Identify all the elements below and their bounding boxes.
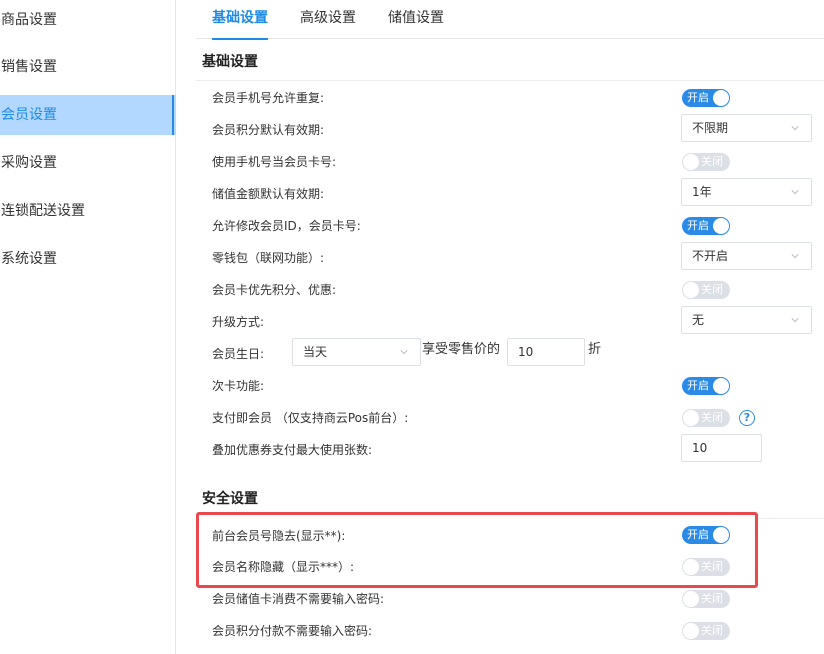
toggle-card-priority[interactable]: 关闭 <box>682 281 730 299</box>
toggle-text: 关闭 <box>701 624 723 637</box>
toggle-hide-member-name[interactable]: 关闭 <box>682 558 730 576</box>
birthday-discount-input[interactable]: 10 <box>507 338 585 366</box>
label-pay-member: 支付即会员 （仅支持商云Pos前台）: <box>212 411 409 425</box>
select-birthday[interactable]: 当天 <box>292 338 421 366</box>
toggle-text: 开启 <box>687 379 709 392</box>
toggle-pay-member[interactable]: 关闭 <box>682 409 730 427</box>
select-wallet[interactable]: 不开启 <box>681 242 812 270</box>
select-stored-validity[interactable]: 1年 <box>681 178 812 206</box>
select-value: 无 <box>692 313 705 327</box>
select-value: 不限期 <box>692 121 729 135</box>
label-coupon-max: 叠加优惠券支付最大使用张数: <box>212 443 373 457</box>
section-title-security: 安全设置 <box>202 491 258 507</box>
sidebar-item-member-settings[interactable]: 会员设置 <box>0 95 176 135</box>
label-upgrade: 升级方式: <box>212 315 265 329</box>
toggle-knob <box>683 591 699 607</box>
chevron-down-icon <box>791 190 799 195</box>
toggle-text: 关闭 <box>701 155 723 168</box>
toggle-text: 开启 <box>687 219 709 232</box>
label-birthday: 会员生日: <box>212 347 265 361</box>
sidebar-item-system-settings[interactable]: 系统设置 <box>0 239 176 279</box>
tab-bar: 基础设置 高级设置 储值设置 <box>196 0 824 40</box>
select-value: 1年 <box>692 185 712 199</box>
sidebar: 商品设置 销售设置 会员设置 采购设置 连锁配送设置 系统设置 <box>0 0 176 654</box>
chevron-down-icon <box>791 126 799 131</box>
select-points-validity[interactable]: 不限期 <box>681 114 812 142</box>
toggle-knob <box>683 282 699 298</box>
label-phone-as-card: 使用手机号当会员卡号: <box>212 155 337 169</box>
toggle-text: 关闭 <box>701 560 723 573</box>
toggle-text: 开启 <box>687 91 709 104</box>
label-wallet: 零钱包（联网功能）: <box>212 251 325 265</box>
help-icon[interactable]: ? <box>739 410 755 426</box>
toggle-text: 关闭 <box>701 411 723 424</box>
toggle-text: 开启 <box>687 528 709 541</box>
label-card-priority: 会员卡优先积分、优惠: <box>212 283 337 297</box>
toggle-knob <box>683 410 699 426</box>
toggle-knob <box>713 527 729 543</box>
sidebar-item-purchase-settings[interactable]: 采购设置 <box>0 143 176 183</box>
toggle-knob <box>713 90 729 106</box>
label-points-validity: 会员积分默认有效期: <box>212 123 325 137</box>
toggle-modify-id[interactable]: 开启 <box>682 217 730 235</box>
select-value: 当天 <box>303 345 328 359</box>
toggle-stored-no-password[interactable]: 关闭 <box>682 590 730 608</box>
birthday-text-after: 折 <box>588 342 602 357</box>
coupon-max-input[interactable]: 10 <box>681 434 762 462</box>
label-points-no-password: 会员积分付款不需要输入密码: <box>212 624 373 638</box>
section-divider <box>196 80 824 81</box>
section-title-basic: 基础设置 <box>202 54 258 70</box>
label-count-card: 次卡功能: <box>212 379 265 393</box>
toggle-text: 关闭 <box>701 592 723 605</box>
label-modify-id: 允许修改会员ID，会员卡号: <box>212 219 361 233</box>
label-stored-validity: 储值金额默认有效期: <box>212 187 325 201</box>
toggle-knob <box>683 623 699 639</box>
sidebar-item-product-settings[interactable]: 商品设置 <box>0 0 176 40</box>
tab-basic-settings[interactable]: 基础设置 <box>212 0 268 40</box>
chevron-down-icon <box>791 254 799 259</box>
toggle-phone-as-card[interactable]: 关闭 <box>682 153 730 171</box>
toggle-points-no-password[interactable]: 关闭 <box>682 622 730 640</box>
tab-advanced-settings[interactable]: 高级设置 <box>300 0 356 39</box>
label-stored-no-password: 会员储值卡消费不需要输入密码: <box>212 592 385 606</box>
tab-stored-value-settings[interactable]: 储值设置 <box>388 0 444 39</box>
sidebar-item-sales-settings[interactable]: 销售设置 <box>0 47 176 87</box>
toggle-text: 关闭 <box>701 283 723 296</box>
toggle-knob <box>713 378 729 394</box>
birthday-text-before: 享受零售价的 <box>422 342 501 357</box>
toggle-knob <box>683 154 699 170</box>
select-value: 不开启 <box>692 249 729 263</box>
label-hide-member-number: 前台会员号隐去(显示**): <box>212 529 346 543</box>
sidebar-item-chain-delivery-settings[interactable]: 连锁配送设置 <box>0 191 176 231</box>
toggle-phone-repeat[interactable]: 开启 <box>682 89 730 107</box>
label-hide-member-name: 会员名称隐藏（显示***）: <box>212 560 355 574</box>
toggle-knob <box>713 218 729 234</box>
select-upgrade[interactable]: 无 <box>681 306 812 334</box>
toggle-hide-member-number[interactable]: 开启 <box>682 526 730 544</box>
toggle-knob <box>683 559 699 575</box>
toggle-count-card[interactable]: 开启 <box>682 377 730 395</box>
section-divider <box>758 518 824 519</box>
chevron-down-icon <box>400 350 408 355</box>
label-phone-repeat: 会员手机号允许重复: <box>212 91 325 105</box>
chevron-down-icon <box>791 318 799 323</box>
